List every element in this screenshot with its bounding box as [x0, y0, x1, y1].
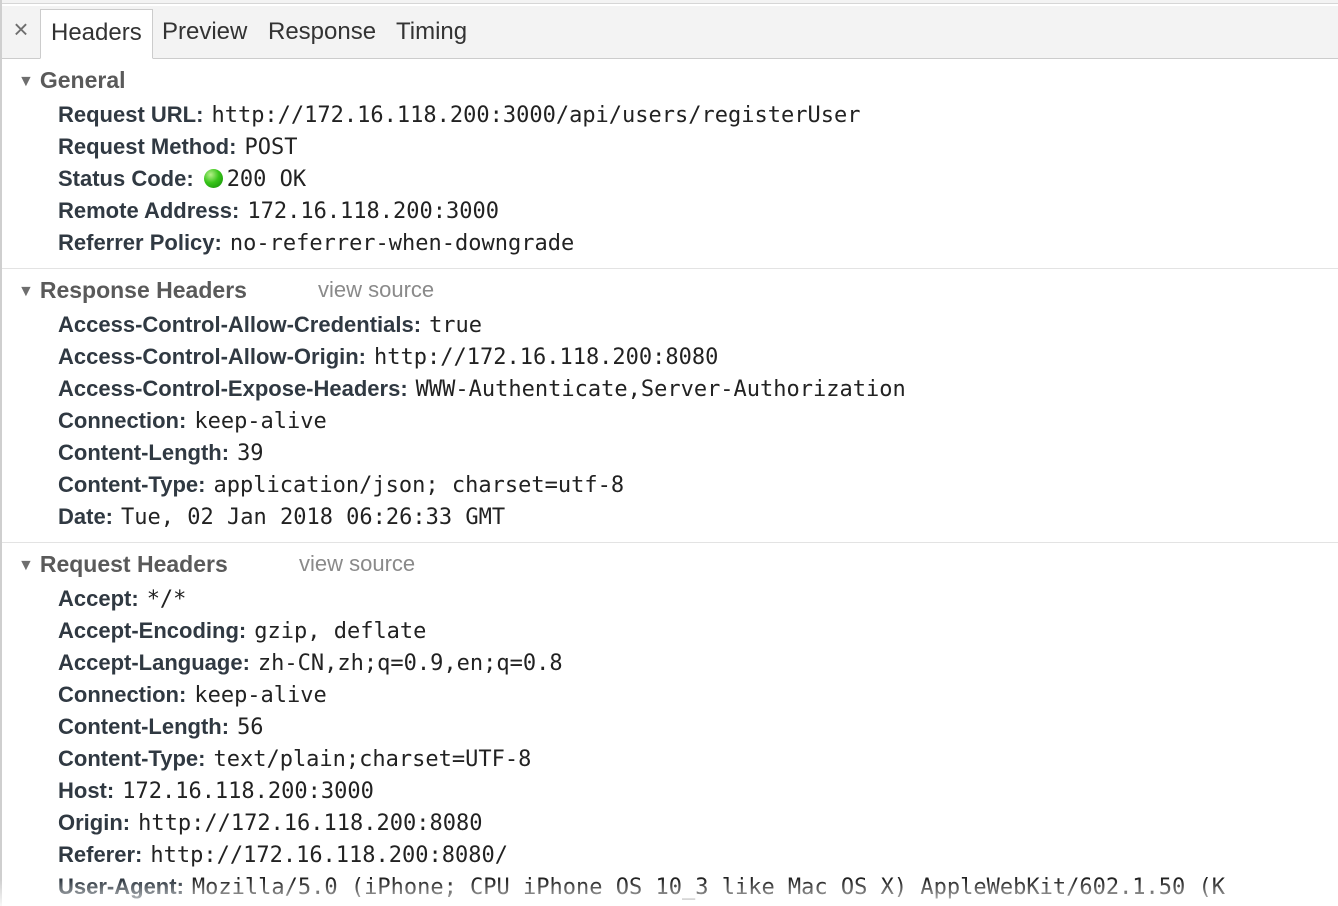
header-value: Mozilla/5.0 (iPhone; CPU iPhone OS 10_3 … [191, 875, 1226, 900]
header-key: Accept-Language: [58, 650, 250, 675]
header-row: Content-Length: 56 [58, 711, 264, 743]
triangle-down-icon[interactable]: ▼ [18, 277, 34, 307]
header-key: Accept-Encoding: [58, 618, 247, 643]
header-row: Content-Type: application/json; charset=u… [58, 469, 624, 501]
header-value: 172.16.118.200:3000 [247, 199, 500, 224]
header-row: Accept: */* [58, 583, 186, 615]
header-value: Tue, 02 Jan 2018 06:26:33 GMT [121, 505, 506, 530]
header-value: */* [146, 587, 187, 612]
status-dot-icon [203, 169, 223, 188]
header-row: Request Method: POST [58, 131, 297, 163]
header-key: Referrer Policy: [58, 230, 222, 255]
header-key: Referer: [58, 842, 143, 867]
header-key: Request URL: [58, 102, 204, 127]
triangle-down-icon[interactable]: ▼ [18, 551, 34, 581]
header-key: User-Agent: [58, 874, 184, 899]
header-row: Host: 172.16.118.200:3000 [58, 775, 374, 807]
header-value: POST [244, 135, 298, 160]
section-request-headers-header[interactable]: ▼ Request Headers [18, 549, 228, 579]
header-value: 172.16.118.200:3000 [122, 779, 374, 804]
header-row: Access-Control-Expose-Headers: WWW-Authen… [58, 373, 906, 405]
header-row: Accept-Language: zh-CN,zh;q=0.9,en;q=0.8 [58, 647, 563, 679]
headers-panel: ▼ General Request URL: http://172.16.118.2… [2, 59, 1338, 906]
header-value: 39 [237, 441, 264, 466]
header-row: Request URL: http://172.16.118.200:3000/a… [58, 99, 860, 131]
status-value: 200 OK [226, 167, 307, 192]
header-key: Access-Control-Expose-Headers: [58, 376, 408, 401]
section-divider [2, 268, 1338, 269]
header-row: Content-Length: 39 [58, 437, 264, 469]
header-key: Host: [58, 778, 115, 803]
header-value: application/json; charset=utf-8 [213, 473, 625, 498]
header-row: Access-Control-Allow-Origin: http://172.1… [58, 341, 718, 373]
header-value: text/plain;charset=UTF-8 [213, 747, 532, 772]
header-row: Remote Address: 172.16.118.200:3000 [58, 195, 499, 227]
section-response-headers-header[interactable]: ▼ Response Headers [18, 275, 247, 305]
header-row: Origin: http://172.16.118.200:8080 [58, 807, 482, 839]
header-value: gzip, deflate [254, 619, 427, 644]
tab-headers[interactable]: Headers [40, 9, 153, 59]
header-key: Connection: [58, 682, 187, 707]
header-row: Date: Tue, 02 Jan 2018 06:26:33 GMT [58, 501, 505, 533]
header-row: Status Code: 200 OK [58, 163, 306, 195]
header-row: Content-Type: text/plain;charset=UTF-8 [58, 743, 531, 775]
header-row: Connection: keep-alive [58, 679, 327, 711]
header-key: Content-Length: [58, 714, 230, 739]
header-row: Access-Control-Allow-Credentials: true [58, 309, 482, 341]
header-key: Remote Address: [58, 198, 240, 223]
header-value: true [429, 313, 483, 338]
section-divider [2, 542, 1338, 543]
header-key: Access-Control-Allow-Credentials: [58, 312, 422, 337]
header-key: Status Code: [58, 166, 194, 191]
header-key: Access-Control-Allow-Origin: [58, 344, 367, 369]
section-title: General [39, 67, 126, 93]
header-key: Content-Type: [58, 746, 206, 771]
section-general-header[interactable]: ▼ General [18, 65, 126, 95]
header-key: Content-Length: [58, 440, 230, 465]
header-key: Origin: [58, 810, 131, 835]
header-key: Accept: [58, 586, 139, 611]
header-row: Referrer Policy: no-referrer-when-downgra… [58, 227, 574, 259]
header-value: 56 [237, 715, 264, 740]
header-value: keep-alive [194, 409, 327, 434]
header-value: http://172.16.118.200:8080 [138, 811, 483, 836]
header-value: WWW-Authenticate,Server-Authorization [415, 377, 906, 402]
section-title: Response Headers [39, 277, 247, 303]
header-value: http://172.16.118.200:3000/api/users/reg… [211, 103, 861, 128]
header-row: Connection: keep-alive [58, 405, 327, 437]
header-row: User-Agent: Mozilla/5.0 (iPhone; CPU iPho… [58, 871, 1225, 903]
top-strip [0, 0, 1338, 4]
header-key: Date: [58, 504, 114, 529]
header-key: Request Method: [58, 134, 237, 159]
header-value: http://172.16.118.200:8080 [374, 345, 719, 370]
header-key: Connection: [58, 408, 187, 433]
tab-preview[interactable]: Preview [152, 9, 257, 58]
tab-timing[interactable]: Timing [386, 9, 477, 58]
header-value: no-referrer-when-downgrade [229, 231, 575, 256]
header-value: zh-CN,zh;q=0.9,en;q=0.8 [257, 651, 563, 676]
tab-response[interactable]: Response [258, 9, 386, 58]
header-value: keep-alive [194, 683, 327, 708]
triangle-down-icon[interactable]: ▼ [18, 67, 34, 97]
tab-bar: × Headers Preview Response Timing [2, 6, 1338, 59]
view-source-link[interactable]: view source [299, 549, 415, 579]
section-title: Request Headers [39, 551, 228, 577]
header-row: Referer: http://172.16.118.200:8080/ [58, 839, 508, 871]
view-source-link[interactable]: view source [318, 275, 434, 305]
header-key: Content-Type: [58, 472, 206, 497]
header-row: Accept-Encoding: gzip, deflate [58, 615, 426, 647]
close-icon[interactable]: × [10, 14, 32, 44]
header-value: http://172.16.118.200:8080/ [150, 843, 508, 868]
